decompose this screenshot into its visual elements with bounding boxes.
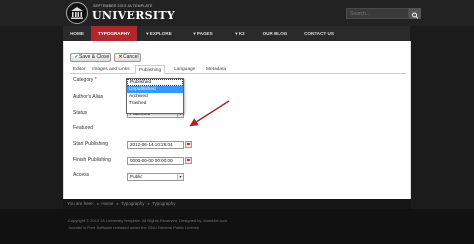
footer-license: Joomla! is Free Software released under … [68, 225, 201, 230]
breadcrumb-item[interactable]: Typography [121, 201, 145, 206]
site-footer: Copyright © 2013 JA University template.… [0, 209, 474, 244]
breadcrumb: You are here: ▸ Home ▸ Typography ▸ Typogra… [63, 199, 411, 209]
breadcrumb-item: Typography [151, 201, 176, 206]
footer-copyright: Copyright © 2013 JA University template.… [68, 218, 229, 223]
breadcrumb-item[interactable]: Home [101, 201, 113, 206]
